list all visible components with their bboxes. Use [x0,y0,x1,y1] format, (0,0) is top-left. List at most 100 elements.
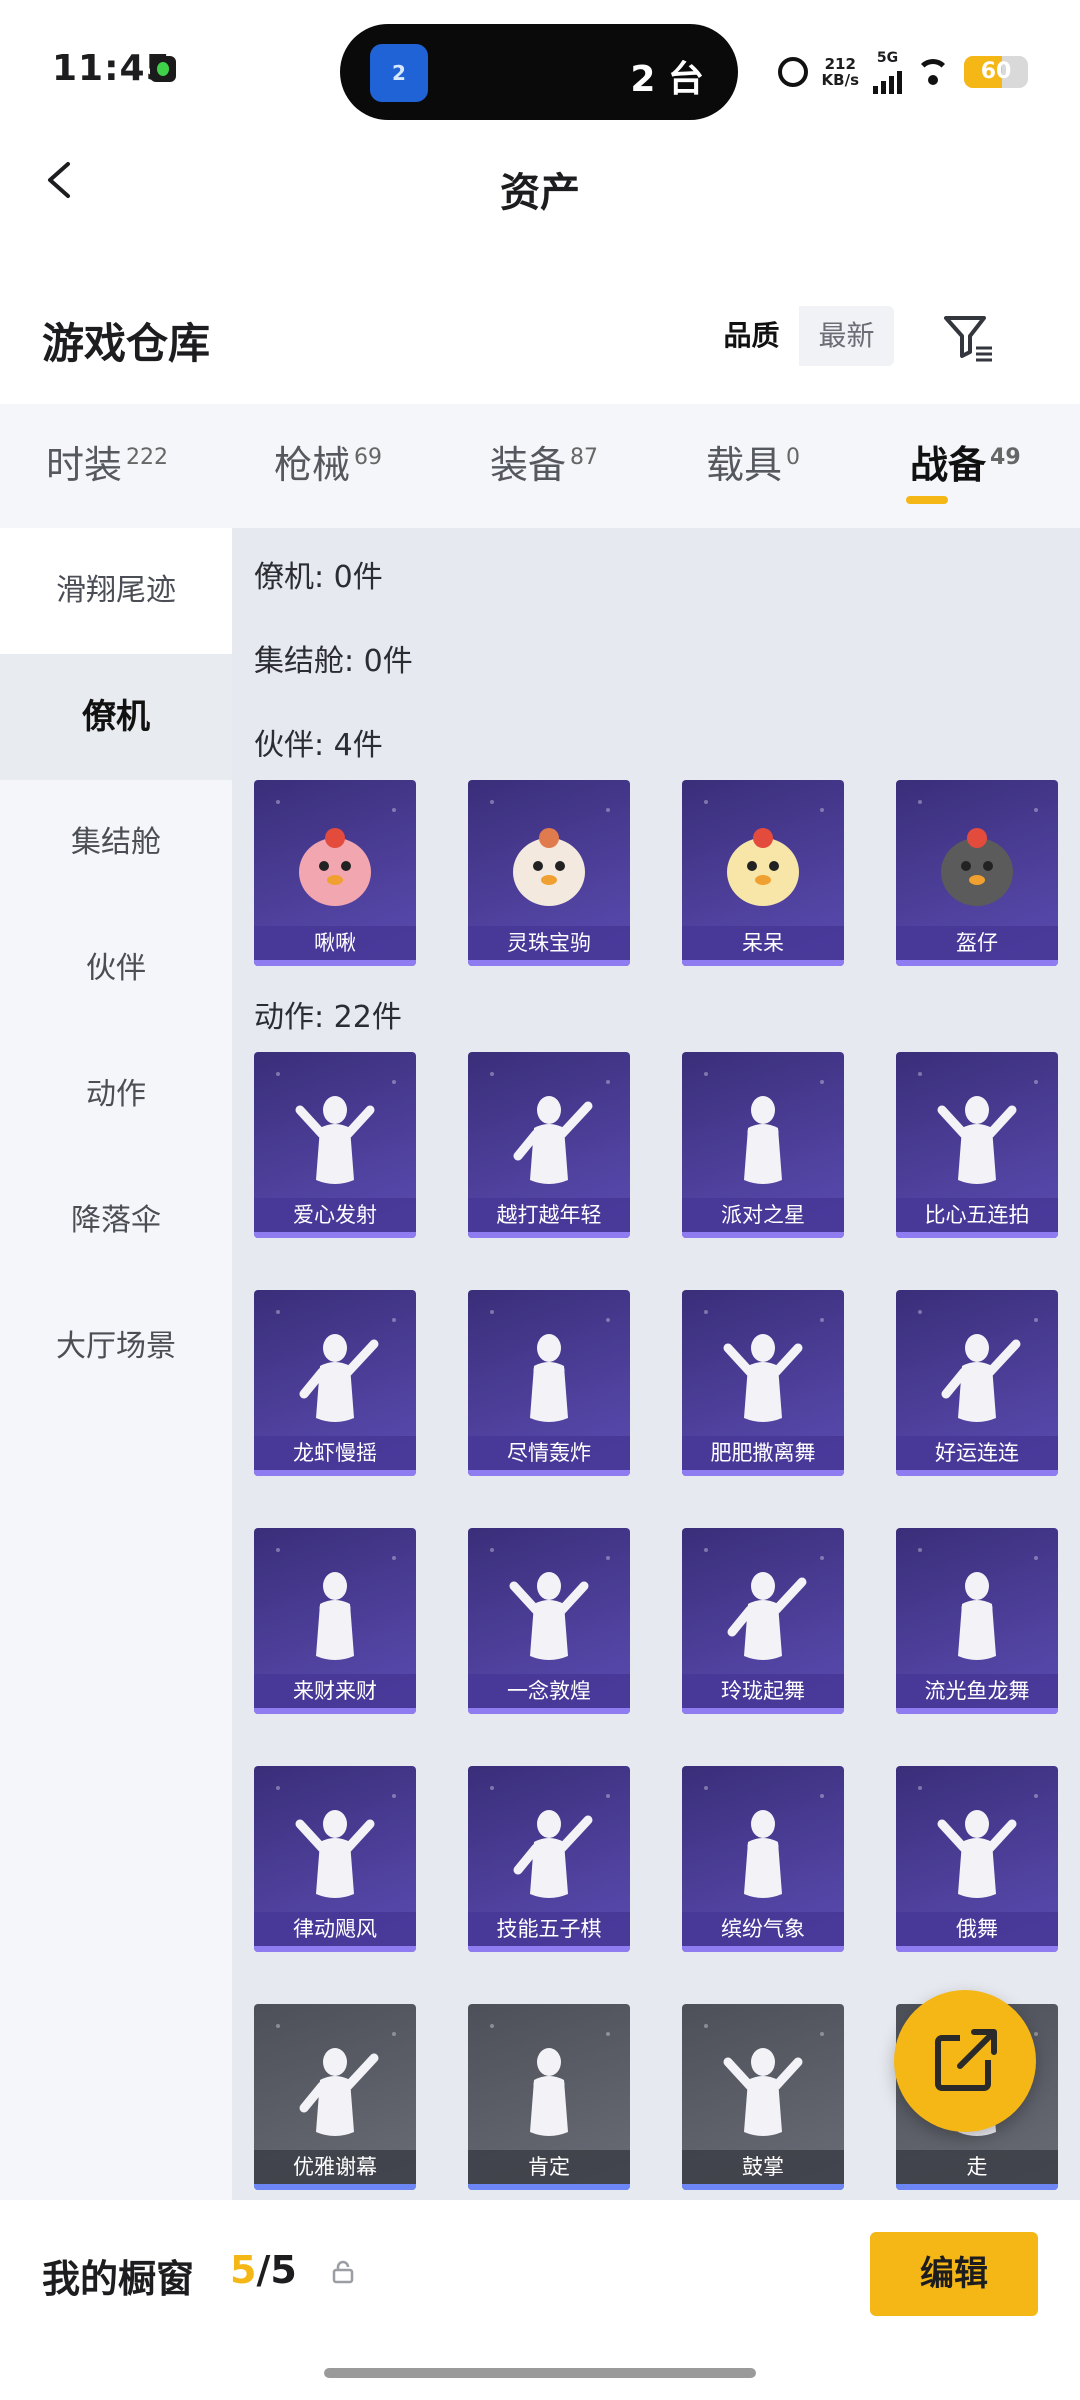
action-card[interactable]: 龙虾慢摇 [254,1290,416,1476]
item-caption: 玲珑起舞 [682,1674,844,1708]
action-card[interactable]: 缤纷气象 [682,1766,844,1952]
partner-card[interactable]: 啾啾 [254,780,416,966]
item-rarity-stripe [682,2184,844,2190]
partner-card[interactable]: 呆呆 [682,780,844,966]
status-bar: 11:45 2 2 台 212 KB/s 5G 60 [0,0,1080,140]
tab-count: 49 [990,445,1021,470]
tab-vehicles[interactable]: 载具 0 [706,434,800,489]
action-card[interactable]: 俄舞 [896,1766,1058,1952]
tab-label: 载具 [706,443,783,487]
sidebar-item-rally-pod[interactable]: 集结舱 [0,780,232,906]
item-caption: 尽情轰炸 [468,1436,630,1470]
sidebar-item-wingman[interactable]: 僚机 [0,654,232,780]
item-rarity-stripe [254,960,416,966]
signal-icon [873,66,902,94]
sort-option-quality[interactable]: 品质 [704,306,799,366]
item-rarity-stripe [682,1232,844,1238]
action-card[interactable]: 越打越年轻 [468,1052,630,1238]
partner-card[interactable]: 盔仔 [896,780,1058,966]
warehouse-title: 游戏仓库 [42,319,211,368]
tab-count: 69 [354,445,383,470]
tab-guns[interactable]: 枪械 69 [274,434,382,489]
net-speed: 212 KB/s [822,56,859,88]
filter-icon[interactable] [940,310,996,366]
action-card[interactable]: 优雅谢幕 [254,2004,416,2190]
home-indicator[interactable] [324,2368,756,2378]
tab-fashion[interactable]: 时装 222 [46,434,168,489]
showcase-sep: / [256,2248,271,2292]
tab-count: 87 [570,445,599,470]
item-caption: 缤纷气象 [682,1912,844,1946]
app-notification-icon [150,56,176,82]
action-card[interactable]: 好运连连 [896,1290,1058,1476]
item-caption: 肯定 [468,2150,630,2184]
sidebar-item-partner[interactable]: 伙伴 [0,906,232,1032]
item-rarity-stripe [254,1470,416,1476]
section-label-action: 动作: 22件 [254,1000,402,1035]
action-card[interactable]: 肯定 [468,2004,630,2190]
network-type: 5G [876,50,899,66]
page-title: 资产 [500,170,580,216]
item-caption: 灵珠宝驹 [468,926,630,960]
action-card[interactable]: 玲珑起舞 [682,1528,844,1714]
item-rarity-stripe [468,2184,630,2190]
item-caption: 盔仔 [896,926,1058,960]
net-speed-unit: KB/s [821,71,859,89]
tab-label: 装备 [490,443,567,487]
action-card[interactable]: 爱心发射 [254,1052,416,1238]
tab-label: 战备 [910,443,987,487]
sidebar-item-parachute[interactable]: 降落伞 [0,1158,232,1284]
item-rarity-stripe [896,2184,1058,2190]
item-caption: 啾啾 [254,926,416,960]
sidebar-item-action[interactable]: 动作 [0,1032,232,1158]
dynamic-island[interactable]: 2 2 台 [340,24,738,120]
item-rarity-stripe [896,960,1058,966]
alarm-icon [777,57,808,87]
island-text: 2 台 [630,59,704,100]
tab-battle-prep[interactable]: 战备 49 [910,434,1021,489]
section-label-wingman: 僚机: 0件 [254,560,383,595]
action-card[interactable]: 比心五连拍 [896,1052,1058,1238]
item-rarity-stripe [254,1232,416,1238]
sidebar-item-lobby-scene[interactable]: 大厅场景 [0,1284,232,1410]
share-fab[interactable] [894,1990,1036,2132]
edit-button[interactable]: 编辑 [870,2232,1038,2316]
section-label-rally: 集结舱: 0件 [254,644,413,679]
tab-equipment[interactable]: 装备 87 [490,434,598,489]
partner-card[interactable]: 灵珠宝驹 [468,780,630,966]
battery-icon: 60 [964,56,1028,88]
sort-option-newest[interactable]: 最新 [799,306,894,366]
action-card[interactable]: 技能五子棋 [468,1766,630,1952]
showcase-current: 5 [230,2248,257,2292]
sidebar-item-glide-trail[interactable]: 滑翔尾迹 [0,528,232,654]
action-card[interactable]: 来财来财 [254,1528,416,1714]
item-rarity-stripe [682,960,844,966]
item-caption: 好运连连 [896,1436,1058,1470]
item-caption: 呆呆 [682,926,844,960]
action-card[interactable]: 鼓掌 [682,2004,844,2190]
sidebar: 滑翔尾迹 僚机 集结舱 伙伴 动作 降落伞 大厅场景 [0,528,232,2200]
item-caption: 俄舞 [896,1912,1058,1946]
action-card[interactable]: 派对之星 [682,1052,844,1238]
system-icons: 212 KB/s 5G 60 [777,48,1028,96]
tab-label: 枪械 [274,443,351,487]
action-card[interactable]: 律动飓风 [254,1766,416,1952]
tab-label: 时装 [46,443,123,487]
cast-icon: 2 [370,44,428,102]
action-card[interactable]: 一念敦煌 [468,1528,630,1714]
item-caption: 来财来财 [254,1674,416,1708]
sort-toggle: 品质 最新 [704,306,894,366]
item-rarity-stripe [896,1232,1058,1238]
action-card[interactable]: 肥肥撒离舞 [682,1290,844,1476]
item-caption: 龙虾慢摇 [254,1436,416,1470]
action-card[interactable]: 流光鱼龙舞 [896,1528,1058,1714]
item-rarity-stripe [254,1708,416,1714]
net-speed-value: 212 [824,55,856,73]
active-tab-indicator [906,496,948,504]
tab-count: 0 [786,445,801,470]
action-card[interactable]: 尽情轰炸 [468,1290,630,1476]
lock-icon [332,2260,354,2284]
share-external-icon [935,2029,997,2091]
item-caption: 优雅谢幕 [254,2150,416,2184]
item-caption: 越打越年轻 [468,1198,630,1232]
